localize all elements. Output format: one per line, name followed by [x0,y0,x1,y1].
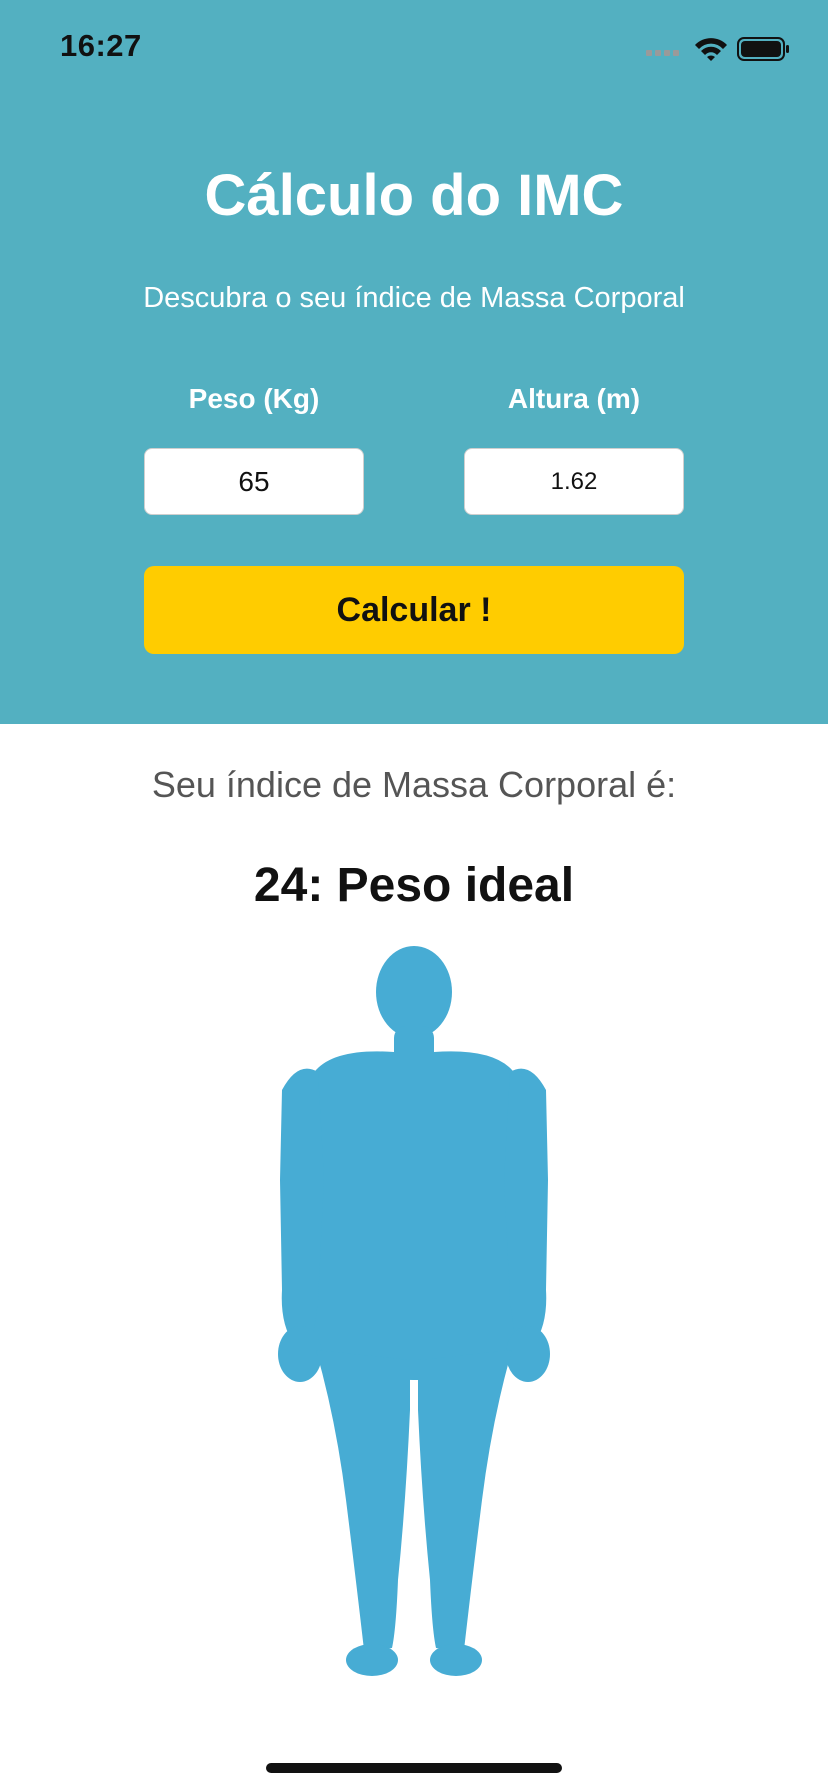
status-time: 16:27 [60,28,142,63]
status-icons [646,37,789,61]
result-value: 24: Peso ideal [253,859,575,912]
page-subtitle: Descubra o seu índice de Massa Corporal [143,282,685,314]
header-panel: 16:27 Cálculo do IMC Descubra o seu índi… [0,0,828,724]
cellular-signal-icon [646,50,679,56]
height-input[interactable] [464,448,684,515]
calculate-button[interactable]: Calcular ! [144,566,684,654]
height-label: Altura (m) [507,383,641,414]
battery-icon [737,37,789,61]
result-label: Seu índice de Massa Corporal é: [151,764,677,805]
wifi-icon [695,38,727,61]
home-indicator[interactable] [266,1763,562,1773]
body-silhouette-icon [278,946,550,1676]
page-title: Cálculo do IMC [204,163,624,228]
imc-calculator-screen: 16:27 Cálculo do IMC Descubra o seu índi… [0,0,828,1792]
weight-input[interactable] [144,448,364,515]
weight-label: Peso (Kg) [188,383,320,414]
